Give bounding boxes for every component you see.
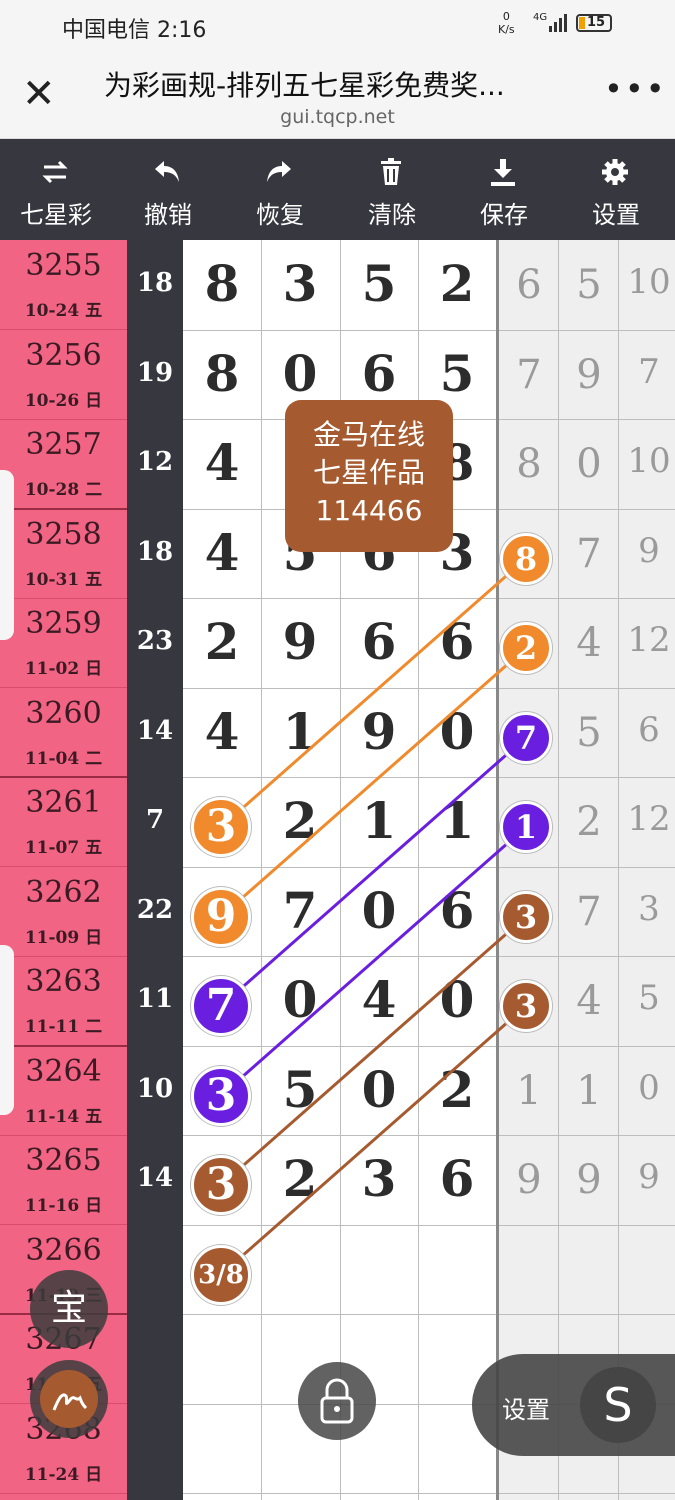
period-row: 3262 11-09 日 bbox=[0, 867, 127, 957]
marker-circle[interactable]: 3 bbox=[191, 797, 251, 857]
period-date: 11-24 日 bbox=[24, 1464, 103, 1485]
period-date: 10-26 日 bbox=[24, 390, 103, 411]
period-number: 3258 bbox=[25, 516, 102, 552]
period-row: 3264 11-14 五 bbox=[0, 1046, 127, 1136]
trash-icon bbox=[381, 158, 401, 185]
row-sum: 18 bbox=[136, 268, 174, 298]
swap-icon bbox=[42, 160, 68, 184]
marker-circle[interactable]: 1 bbox=[500, 801, 552, 853]
row-sum: 11 bbox=[136, 984, 174, 1014]
period-row: 3258 10-31 五 bbox=[0, 509, 127, 599]
browser-title-bar: ✕ 为彩画规-排列五七星彩免费奖... gui.tqcp.net ••• bbox=[0, 50, 675, 139]
toolbar-label: 保存 bbox=[480, 201, 528, 229]
toolbar-clear-button[interactable]: 清除 bbox=[336, 139, 448, 240]
period-date: 10-31 五 bbox=[24, 569, 103, 590]
marker-circle[interactable]: 3 bbox=[191, 1065, 251, 1126]
period-row: 3261 11-07 五 bbox=[0, 777, 127, 867]
toolbar-lottery-switch-button[interactable]: 七星彩 bbox=[0, 139, 112, 240]
period-row: 3259 11-02 日 bbox=[0, 598, 127, 688]
period-number: 3255 bbox=[25, 248, 102, 283]
page-url: gui.tqcp.net bbox=[280, 106, 395, 128]
pen-icon bbox=[52, 1393, 88, 1411]
row-sum: 12 bbox=[136, 447, 174, 477]
pen-button[interactable] bbox=[30, 1360, 108, 1438]
lock-icon bbox=[320, 1378, 354, 1424]
period-number: 3256 bbox=[25, 337, 102, 373]
period-date: 11-14 五 bbox=[24, 1106, 103, 1127]
toolbar-label: 设置 bbox=[592, 201, 640, 229]
row-sum: 14 bbox=[136, 715, 174, 746]
row-sum: 14 bbox=[136, 1163, 174, 1193]
status-bar: 中国电信 2:16 0 K/s 4G 15 bbox=[0, 0, 675, 50]
battery-icon: 15 bbox=[576, 14, 612, 32]
undo-icon bbox=[155, 161, 179, 182]
more-menu-icon[interactable]: ••• bbox=[604, 70, 667, 108]
sum-column: 18 19 12 18 23 14 7 22 11 10 14 bbox=[127, 240, 183, 1500]
period-date: 11-02 日 bbox=[24, 659, 103, 679]
toolbar-label: 七星彩 bbox=[20, 201, 92, 229]
toolbar-undo-button[interactable]: 撤销 bbox=[112, 139, 224, 240]
page-title: 为彩画规-排列五七星彩免费奖... bbox=[104, 69, 505, 102]
marker-circle[interactable]: 3 bbox=[500, 980, 552, 1032]
row-sum: 10 bbox=[136, 1073, 174, 1104]
period-row: 3255 10-24 五 bbox=[0, 240, 127, 330]
signal-icon bbox=[549, 14, 567, 32]
period-number: 3257 bbox=[25, 427, 102, 462]
period-row: 3257 10-28 二 bbox=[0, 419, 127, 509]
marker-circle[interactable]: 9 bbox=[191, 886, 251, 947]
gear-icon bbox=[602, 159, 628, 185]
period-number: 3264 bbox=[25, 1053, 102, 1089]
period-row: 3256 10-26 日 bbox=[0, 330, 127, 420]
period-row: 3263 11-11 二 bbox=[0, 956, 127, 1046]
edge-handle-top[interactable] bbox=[0, 470, 14, 640]
toolbar-label: 恢复 bbox=[256, 201, 304, 229]
treasure-button[interactable]: 宝 bbox=[30, 1270, 108, 1348]
period-row: 3265 11-16 日 bbox=[0, 1135, 127, 1225]
edge-handle-bottom[interactable] bbox=[0, 945, 14, 1115]
marker-circle[interactable]: 3/8 bbox=[191, 1244, 251, 1305]
period-date: 11-11 二 bbox=[24, 1017, 103, 1037]
period-number: 3261 bbox=[25, 785, 102, 820]
period-number: 3262 bbox=[25, 874, 102, 910]
marker-circle[interactable]: 3 bbox=[500, 890, 552, 943]
toolbar-redo-button[interactable]: 恢复 bbox=[224, 139, 336, 240]
carrier-time: 中国电信 2:16 bbox=[62, 18, 207, 43]
redo-icon bbox=[267, 161, 291, 182]
marker-circle[interactable]: 3 bbox=[191, 1155, 251, 1215]
period-date: 11-04 二 bbox=[24, 748, 103, 769]
period-number: 3263 bbox=[25, 964, 102, 999]
period-date: 11-16 日 bbox=[24, 1196, 103, 1216]
floating-settings-label: 设置 bbox=[502, 1396, 550, 1424]
row-sum: 19 bbox=[136, 357, 174, 388]
floating-settings[interactable]: 设置 S bbox=[472, 1354, 675, 1456]
toolbar-label: 清除 bbox=[368, 201, 416, 229]
toolbar-settings-button[interactable]: 设置 bbox=[560, 139, 672, 240]
period-date: 10-28 二 bbox=[24, 480, 103, 500]
author-tag: 金马在线 七星作品 114466 bbox=[285, 400, 453, 552]
marker-circle[interactable]: 7 bbox=[191, 976, 251, 1036]
period-number: 3260 bbox=[25, 695, 102, 731]
marker-circle[interactable]: 8 bbox=[500, 532, 552, 585]
marker-circle[interactable]: 2 bbox=[500, 622, 552, 674]
row-sum: 22 bbox=[136, 894, 174, 925]
network-type: 4G bbox=[533, 12, 548, 23]
row-sum: 18 bbox=[136, 536, 174, 567]
period-date: 11-07 五 bbox=[24, 838, 103, 858]
row-sum: 23 bbox=[136, 626, 174, 656]
period-number: 3266 bbox=[25, 1232, 102, 1268]
net-speed: 0 K/s bbox=[498, 10, 515, 36]
period-row: 3260 11-04 二 bbox=[0, 688, 127, 778]
s-button[interactable]: S bbox=[580, 1367, 656, 1443]
period-number: 3259 bbox=[25, 606, 102, 641]
period-date: 11-09 日 bbox=[24, 927, 103, 948]
marker-circle[interactable]: 7 bbox=[500, 711, 552, 764]
download-icon bbox=[491, 159, 515, 186]
lock-button[interactable] bbox=[298, 1362, 376, 1440]
row-sum: 7 bbox=[145, 805, 165, 835]
toolbar: 七星彩 撤销 恢复 清除 保存 设置 bbox=[0, 139, 675, 240]
period-date: 10-24 五 bbox=[24, 301, 103, 321]
period-number: 3265 bbox=[25, 1143, 102, 1178]
toolbar-save-button[interactable]: 保存 bbox=[448, 139, 560, 240]
toolbar-label: 撤销 bbox=[144, 201, 192, 229]
